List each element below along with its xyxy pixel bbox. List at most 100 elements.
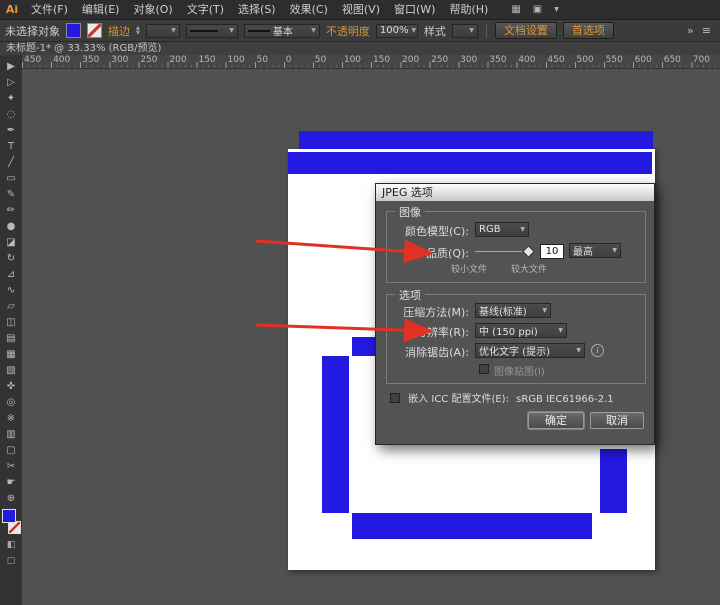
info-icon[interactable]: i bbox=[591, 344, 604, 357]
lasso-tool[interactable]: ◌ bbox=[1, 106, 21, 122]
options-section-legend: 选项 bbox=[395, 287, 425, 303]
fill-stroke-indicator[interactable] bbox=[1, 509, 21, 534]
ok-button[interactable]: 确定 bbox=[528, 412, 584, 429]
icc-checkbox[interactable] bbox=[390, 393, 400, 403]
workspace-switcher-icon[interactable]: ▣ bbox=[533, 4, 542, 15]
brush-definition-select[interactable]: 基本 ▼ bbox=[244, 24, 320, 38]
shape-builder-tool[interactable]: ◫ bbox=[1, 314, 21, 330]
compression-method-value: 基线(标准) bbox=[479, 303, 527, 318]
screen-mode-icon[interactable]: ▢ bbox=[7, 556, 16, 566]
direct-selection-tool[interactable]: ▷ bbox=[1, 74, 21, 90]
artwork-bottom-bar[interactable] bbox=[352, 513, 592, 539]
paintbrush-tool[interactable]: ✎ bbox=[1, 186, 21, 202]
style-select[interactable]: ▼ bbox=[452, 24, 478, 38]
tools-panel: ▶▷✦◌✒T╱▭✎✏●◪↻⊿∿▱◫▤▦▧✜◎※▥▢✂☛⊕ ◧ ▢ bbox=[0, 55, 22, 605]
artwork-left-bar[interactable] bbox=[322, 356, 349, 513]
blob-brush-tool[interactable]: ● bbox=[1, 218, 21, 234]
app-logo: Ai bbox=[0, 0, 24, 19]
chevron-down-icon[interactable]: ▼ bbox=[554, 6, 559, 13]
tool-list: ▶▷✦◌✒T╱▭✎✏●◪↻⊿∿▱◫▤▦▧✜◎※▥▢✂☛⊕ bbox=[1, 58, 21, 506]
menu-item[interactable]: 窗口(W) bbox=[387, 0, 442, 19]
blend-tool[interactable]: ◎ bbox=[1, 394, 21, 410]
brush-stroke-preview bbox=[248, 30, 270, 32]
cancel-button[interactable]: 取消 bbox=[590, 412, 644, 429]
eyedropper-tool[interactable]: ✜ bbox=[1, 378, 21, 394]
rectangle-tool[interactable]: ▭ bbox=[1, 170, 21, 186]
pen-tool[interactable]: ✒ bbox=[1, 122, 21, 138]
scale-tool[interactable]: ⊿ bbox=[1, 266, 21, 282]
document-title: 未标题-1* @ 33.33% (RGB/预览) bbox=[6, 43, 161, 54]
artboard-tool[interactable]: ▢ bbox=[1, 442, 21, 458]
chevron-down-icon: ▼ bbox=[538, 307, 547, 314]
color-model-value: RGB bbox=[479, 224, 501, 235]
width-tool[interactable]: ∿ bbox=[1, 282, 21, 298]
symbol-sprayer-tool[interactable]: ※ bbox=[1, 410, 21, 426]
preferences-button[interactable]: 首选项 bbox=[563, 22, 614, 39]
opacity-label[interactable]: 不透明度 bbox=[326, 23, 370, 39]
gradient-tool[interactable]: ▧ bbox=[1, 362, 21, 378]
ruler-tick: 600 bbox=[633, 55, 662, 68]
quality-input[interactable]: 10 bbox=[540, 244, 564, 259]
fill-swatch[interactable] bbox=[2, 509, 16, 523]
menu-item[interactable]: 效果(C) bbox=[283, 0, 335, 19]
menu-item[interactable]: 对象(O) bbox=[126, 0, 179, 19]
fill-color-swatch[interactable] bbox=[66, 23, 81, 38]
perspective-grid-tool[interactable]: ▤ bbox=[1, 330, 21, 346]
menu-item[interactable]: 文件(F) bbox=[24, 0, 75, 19]
mesh-tool[interactable]: ▦ bbox=[1, 346, 21, 362]
eraser-tool[interactable]: ◪ bbox=[1, 234, 21, 250]
selection-tool[interactable]: ▶ bbox=[1, 58, 21, 74]
image-section: 图像 颜色模型(C): RGB ▼ 品质(Q): 10 最高 ▼ 较小文件 较大… bbox=[386, 211, 646, 283]
quality-level-select[interactable]: 最高 ▼ bbox=[569, 243, 621, 258]
type-tool[interactable]: T bbox=[1, 138, 21, 154]
slice-tool[interactable]: ✂ bbox=[1, 458, 21, 474]
opacity-select[interactable]: 100% ▼ bbox=[376, 24, 418, 38]
antialias-select[interactable]: 优化文字 (提示) ▼ bbox=[475, 343, 585, 358]
column-graph-tool[interactable]: ▥ bbox=[1, 426, 21, 442]
free-transform-tool[interactable]: ▱ bbox=[1, 298, 21, 314]
color-model-select[interactable]: RGB ▼ bbox=[475, 222, 529, 237]
stroke-color-swatch[interactable] bbox=[87, 23, 102, 38]
quality-slider[interactable] bbox=[475, 244, 535, 256]
ruler-tick: 300 bbox=[458, 55, 487, 68]
stroke-weight-stepper[interactable]: ▲ ▼ bbox=[136, 26, 140, 36]
image-section-legend: 图像 bbox=[395, 204, 425, 220]
arrange-documents-icon[interactable]: ▦ bbox=[511, 4, 520, 15]
artwork-right-bar[interactable] bbox=[600, 449, 627, 513]
ruler-tick: 100 bbox=[226, 55, 255, 68]
ruler-tick: 250 bbox=[138, 55, 167, 68]
menu-item[interactable]: 帮助(H) bbox=[442, 0, 495, 19]
hand-tool[interactable]: ☛ bbox=[1, 474, 21, 490]
width-profile-select[interactable]: ▼ bbox=[186, 24, 238, 38]
menu-item[interactable]: 文字(T) bbox=[180, 0, 231, 19]
compression-method-select[interactable]: 基线(标准) ▼ bbox=[475, 303, 551, 318]
double-chevron-icon[interactable]: » bbox=[687, 24, 694, 37]
divider bbox=[486, 24, 487, 38]
opacity-value: 100% bbox=[380, 25, 409, 36]
stepper-down-icon[interactable]: ▼ bbox=[136, 31, 140, 36]
zoom-tool[interactable]: ⊕ bbox=[1, 490, 21, 506]
menu-item[interactable]: 选择(S) bbox=[231, 0, 283, 19]
menu-item[interactable]: 视图(V) bbox=[335, 0, 387, 19]
panel-menu-icon[interactable]: ≡ bbox=[702, 24, 711, 37]
menu-item[interactable]: 编辑(E) bbox=[75, 0, 127, 19]
document-setup-button[interactable]: 文档设置 bbox=[495, 22, 557, 39]
dialog-titlebar[interactable]: JPEG 选项 bbox=[376, 184, 654, 201]
icc-profile-row: 嵌入 ICC 配置文件(E): sRGB IEC61966-2.1 bbox=[390, 390, 614, 405]
ruler-tick: 450 bbox=[545, 55, 574, 68]
artwork-top-bar-1[interactable] bbox=[299, 131, 653, 149]
horizontal-ruler[interactable]: 4504003503002502001501005005010015020025… bbox=[22, 55, 720, 69]
icc-label: 嵌入 ICC 配置文件(E): bbox=[408, 394, 509, 405]
menu-bar: Ai 文件(F)编辑(E)对象(O)文字(T)选择(S)效果(C)视图(V)窗口… bbox=[0, 0, 720, 20]
magic-wand-tool[interactable]: ✦ bbox=[1, 90, 21, 106]
stroke-weight-select[interactable]: ▼ bbox=[146, 24, 180, 38]
menu-items: 文件(F)编辑(E)对象(O)文字(T)选择(S)效果(C)视图(V)窗口(W)… bbox=[24, 0, 495, 19]
quality-slider-handle[interactable] bbox=[522, 245, 535, 258]
draw-mode-icon[interactable]: ◧ bbox=[7, 540, 16, 550]
stroke-label[interactable]: 描边 bbox=[108, 23, 130, 39]
pencil-tool[interactable]: ✏ bbox=[1, 202, 21, 218]
artwork-top-bar-2[interactable] bbox=[288, 152, 652, 174]
rotate-tool[interactable]: ↻ bbox=[1, 250, 21, 266]
line-segment-tool[interactable]: ╱ bbox=[1, 154, 21, 170]
resolution-select[interactable]: 中 (150 ppi) ▼ bbox=[475, 323, 567, 338]
